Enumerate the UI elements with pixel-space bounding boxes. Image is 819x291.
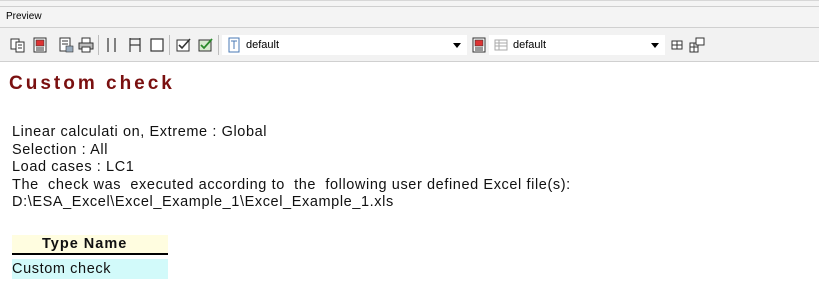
dropdown-arrow-icon[interactable] [451,39,463,51]
table-cell-type-name: Custom check [12,261,112,277]
toolbar-separator [169,35,170,55]
toolbar-separator [98,35,99,55]
style-combo[interactable]: default [222,35,467,55]
column-header-type-name: Type Name [42,236,128,252]
export-icon[interactable] [57,36,75,54]
preview-toolbar: default default [0,27,819,62]
table-header: Type Name [12,235,168,255]
layout-combo-value: default [513,39,547,51]
copy-icon[interactable] [9,36,27,54]
print-preview-icon[interactable] [31,36,49,54]
preview-title-bar: Preview [0,0,819,27]
columns-icon[interactable] [126,36,144,54]
single-column-icon[interactable] [103,36,121,54]
table-row: Custom check [12,259,168,279]
grid-icon[interactable] [668,36,686,54]
style-combo-value: default [246,39,280,51]
layout-combo[interactable]: default [489,35,665,55]
document-title: Custom check [9,73,175,94]
toolbar-separator [218,35,219,55]
info-line-description: The check was executed according to the … [12,176,571,193]
book-icon[interactable] [470,36,488,54]
layout-icon[interactable] [688,36,706,54]
frame-icon[interactable] [148,36,166,54]
table-icon [494,39,508,51]
info-line-selection: Selection : All [12,141,109,158]
title-divider [0,6,819,7]
page-icon [228,37,240,53]
check-icon[interactable] [175,36,193,54]
dropdown-arrow-icon[interactable] [649,39,661,51]
info-line-load-cases: Load cases : LC1 [12,159,135,176]
check-info: Linear calculati on, Extreme : Global Sel… [12,124,571,212]
info-line-file-path: D:\ESA_Excel\Excel_Example_1\Excel_Examp… [12,194,394,211]
info-line-analysis: Linear calculati on, Extreme : Global [12,124,268,140]
window-title: Preview [6,11,42,22]
check-green-icon[interactable] [197,36,215,54]
print-icon[interactable] [77,36,95,54]
